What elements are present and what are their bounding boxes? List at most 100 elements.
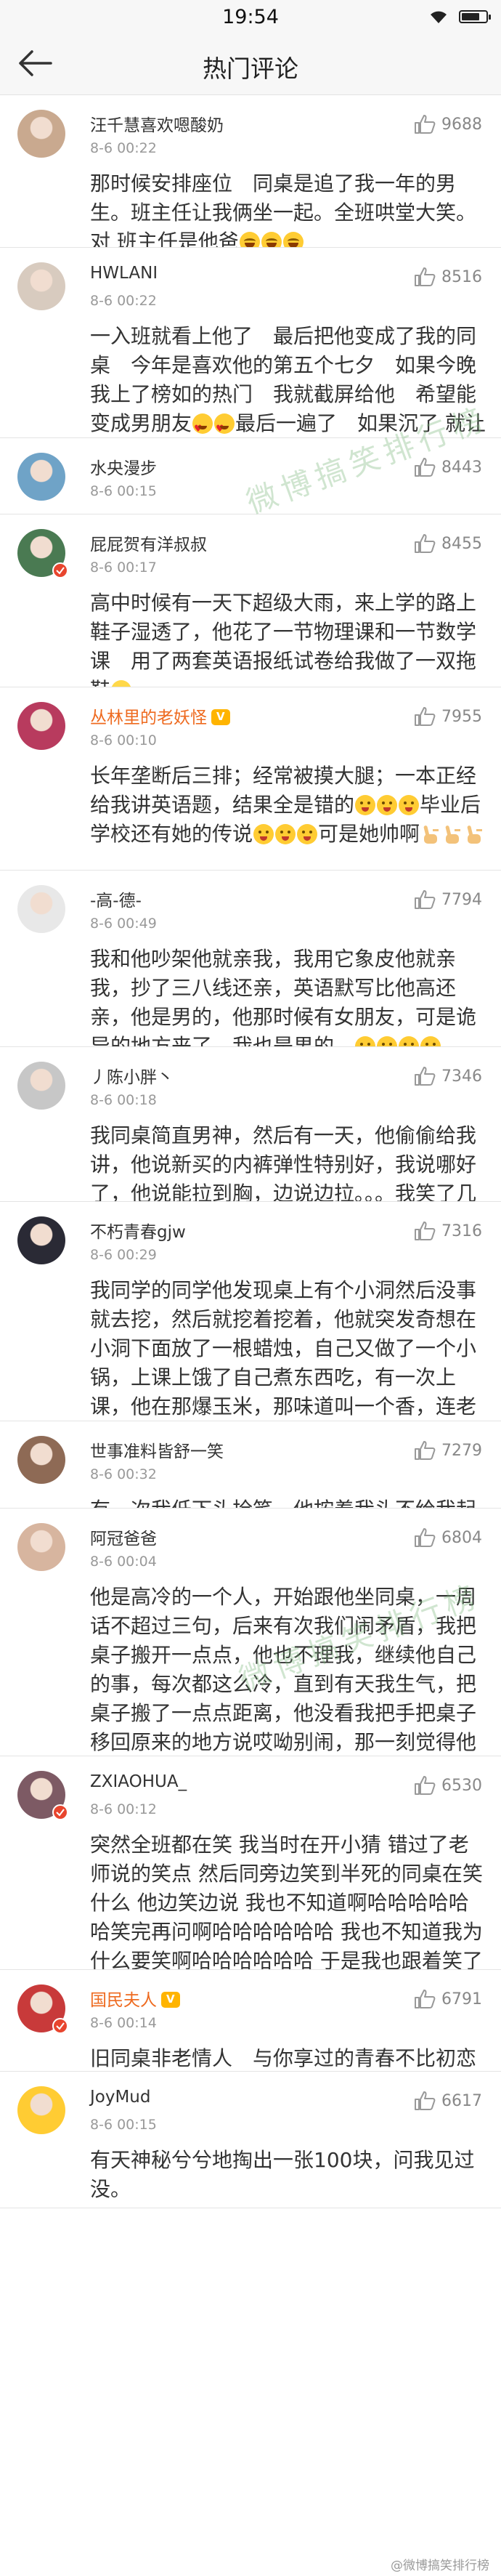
laugh-emoji-icon [261, 232, 282, 247]
wifi-icon [431, 11, 447, 23]
like-count: 7316 [441, 1222, 482, 1240]
like-button[interactable]: 7279 [414, 1440, 482, 1461]
verified-badge-icon [52, 562, 68, 578]
like-button[interactable]: 7955 [414, 706, 482, 727]
comment-item: 汪千慧喜欢嗯酸奶 8-6 00:22 9688 那时候安排座位 同桌是追了我一年的男生… [0, 95, 501, 248]
username[interactable]: 汪千慧喜欢嗯酸奶 [90, 111, 224, 136]
username[interactable]: JoyMud [90, 2088, 151, 2107]
comment-text: 那时候安排座位 同桌是追了我一年的男生。班主任让我俩坐一起。全班哄堂大笑。对 班… [90, 169, 486, 247]
like-count: 7346 [441, 1067, 482, 1086]
comment-date: 8-6 00:10 [90, 732, 157, 748]
vip-badge-icon [211, 709, 230, 725]
drool-emoji-icon [399, 795, 420, 815]
footer-watermark: @微博搞笑排行榜 [391, 2559, 489, 2573]
drool-emoji-icon [377, 795, 398, 815]
thumbs-up-icon [415, 1990, 436, 2008]
like-button[interactable]: 8455 [414, 533, 482, 554]
like-button[interactable]: 6617 [414, 2091, 482, 2111]
comment-date: 8-6 00:04 [90, 1554, 157, 1570]
battery-icon [459, 10, 491, 23]
comment-item: 不朽青春gjw 8-6 00:29 7316 我同学的同学他发现桌上有个小洞然后没事就… [0, 1202, 501, 1421]
comment-text: 一入班就看上他了 最后把他变成了我的同桌 今年是喜欢他的第五个七夕 如果今晚我上… [90, 322, 486, 437]
comment-item: 阿冠爸爸 8-6 00:04 6804 他是高冷的一个人，开始跟他坐同桌，一周话不超过… [0, 1509, 501, 1756]
status-bar: 19:54 [0, 0, 501, 32]
comment-text-segment: 长年垄断后三排；经常被摸大腿；一本正经给我讲英语题，结果全是错的 [90, 764, 477, 817]
comment-text-segment: 丛林里的老妖怪 [90, 708, 207, 727]
thumbs-up-icon [415, 890, 436, 909]
username[interactable]: 国民夫人 [90, 1986, 180, 2011]
verified-badge-icon [52, 1804, 68, 1820]
comment-item: 水央漫步8-6 00:158443512地震时我以为那傻狗在踢我凳子 [0, 438, 501, 514]
comment-text-segment: 丿陈小胖丶 [90, 1068, 174, 1087]
comment-list: 汪千慧喜欢嗯酸奶 8-6 00:22 9688 那时候安排座位 同桌是追了我一年的男生… [0, 95, 501, 2208]
like-count: 8516 [441, 267, 482, 286]
comment-text-segment: ZXIAOHUA_ [90, 1772, 187, 1791]
comment-text: 高中时候有一天下超级大雨，来上学的路上鞋子湿透了，他花了一节物理课和一节数学课 … [90, 589, 486, 687]
like-count: 7794 [441, 890, 482, 909]
comment-text: 旧同桌非老情人 与你享过的青春不比初恋少半分 [90, 2044, 486, 2071]
avatar[interactable] [17, 110, 65, 158]
like-button[interactable]: 7346 [414, 1066, 482, 1086]
username[interactable]: ZXIAOHUA_ [90, 1772, 187, 1791]
avatar[interactable] [17, 1523, 65, 1571]
like-button[interactable]: 8443 [414, 457, 482, 477]
like-count: 8455 [441, 534, 482, 553]
like-button[interactable]: 7794 [414, 889, 482, 910]
comment-date: 8-6 00:32 [90, 1466, 157, 1482]
like-button[interactable]: 7316 [414, 1221, 482, 1241]
comment-text: 有天神秘兮兮地掏出一张100块，问我见过没。 [90, 2146, 486, 2204]
comment-text-segment: 汪千慧喜欢嗯酸奶 [90, 116, 224, 135]
comment-text-segment: 有天神秘兮兮地掏出一张100块，问我见过没。 [90, 2148, 475, 2201]
username[interactable]: 屁屁贺有洋叔叔 [90, 530, 207, 555]
like-count: 9688 [441, 115, 482, 134]
hearteyes-emoji-icon [214, 413, 235, 437]
username[interactable]: 水央漫步 [90, 454, 157, 479]
verified-badge-icon [52, 2018, 68, 2034]
like-button[interactable]: 6804 [414, 1527, 482, 1548]
avatar[interactable] [17, 702, 65, 750]
like-button[interactable]: 9688 [414, 114, 482, 134]
username[interactable]: 阿冠爸爸 [90, 1525, 157, 1549]
username[interactable]: -高-德- [90, 887, 142, 911]
vip-badge-icon [161, 1992, 180, 2008]
avatar[interactable] [17, 2086, 65, 2134]
comment-item: 世事准料皆舒一笑 8-6 00:32 7279 有一次我低下头拴笔，他按着我头不给我起… [0, 1421, 501, 1509]
comment-text: 我和他吵架他就亲我，我用它象皮他就亲我，抄了三八线还亲，英语默写比他高还亲，他是… [90, 945, 486, 1046]
username[interactable]: HWLANI [90, 264, 158, 283]
like-button[interactable]: 8516 [414, 267, 482, 287]
avatar[interactable] [17, 885, 65, 933]
like-count: 7279 [441, 1441, 482, 1460]
status-time: 19:54 [222, 6, 279, 28]
thumbs-up-icon [415, 707, 436, 726]
comment-date: 8-6 00:18 [90, 1092, 157, 1108]
comment-text-segment: 旧同桌非老情人 与你享过的青春不比初恋少半分 [90, 2046, 477, 2070]
avatar[interactable] [17, 1436, 65, 1484]
avatar[interactable] [17, 453, 65, 501]
avatar[interactable] [17, 1216, 65, 1264]
system-icons [428, 9, 491, 25]
comment-text-segment: 国民夫人 [90, 1991, 157, 2010]
drool-emoji-icon [297, 824, 318, 844]
username[interactable]: 不朽青春gjw [90, 1218, 186, 1243]
username[interactable]: 世事准料皆舒一笑 [90, 1437, 224, 1462]
comment-text: 有一次我低下头拴笔，他按着我头不给我起来 [90, 1495, 486, 1508]
victory-emoji-icon [420, 824, 441, 844]
username[interactable]: 丿陈小胖丶 [90, 1063, 174, 1088]
drool-emoji-icon [253, 824, 274, 844]
thumbs-up-icon [415, 534, 436, 553]
comment-date: 8-6 00:15 [90, 2117, 157, 2133]
comment-text-segment: 他是高冷的一个人，开始跟他坐同桌，一周话不超过三句，后来有次我们闹矛盾，我把桌子… [90, 1585, 477, 1754]
victory-emoji-icon [464, 824, 484, 844]
avatar[interactable] [17, 262, 65, 310]
drool-emoji-icon [399, 1036, 420, 1046]
like-button[interactable]: 6530 [414, 1775, 482, 1796]
thumbs-up-icon [415, 1776, 436, 1795]
thumbs-up-icon [415, 2091, 436, 2110]
comment-text: 我同桌简直男神，然后有一天，他偷偷给我讲，他说新买的内裤弹性特别好，我说哪好了，… [90, 1121, 486, 1201]
avatar[interactable] [17, 1062, 65, 1110]
like-button[interactable]: 6791 [414, 1989, 482, 2009]
username[interactable]: 丛林里的老妖怪 [90, 703, 230, 728]
comment-text: 长年垄断后三排；经常被摸大腿；一本正经给我讲英语题，结果全是错的 毕业后学校还有她… [90, 762, 486, 849]
comment-item: -高-德- 8-6 00:49 7794 我和他吵架他就亲我，我用它象皮他就亲我，抄了… [0, 871, 501, 1047]
comment-item: HWLANI 8-6 00:22 8516 一入班就看上他了 最后把他变成了我的同桌 … [0, 248, 501, 438]
